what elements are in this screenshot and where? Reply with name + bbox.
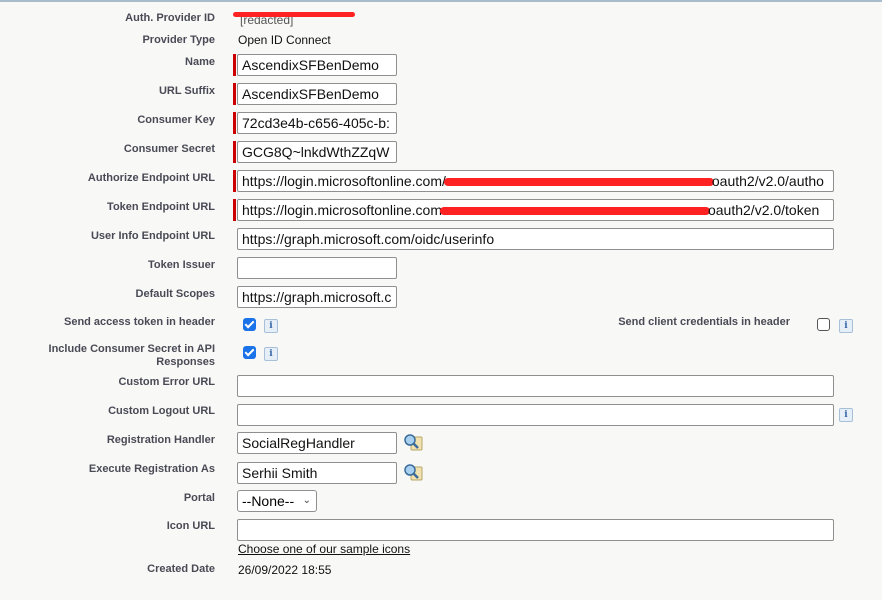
execute-registration-as-label: Execute Registration As [88,463,215,475]
info-icon[interactable]: i [264,319,278,333]
provider-type-value: Open ID Connect [238,33,331,47]
provider-type-label: Provider Type [142,34,215,46]
registration-handler-label: Registration Handler [106,434,215,446]
send-access-token-checkbox[interactable] [243,318,256,331]
custom-error-url-label: Custom Error URL [118,376,215,388]
required-indicator [233,83,236,105]
custom-logout-url-label: Custom Logout URL [108,405,215,417]
icon-url-input[interactable] [237,519,834,541]
token-url-input[interactable]: https://login.microsoftonline.com oauth2/… [237,199,834,221]
consumer-key-input[interactable]: 72cd3e4b-c656-405c-b: [237,112,397,134]
consumer-secret-input[interactable]: GCG8Q~lnkdWthZZqW [237,141,397,163]
token-issuer-input[interactable] [237,257,397,279]
portal-select[interactable]: --None-- ⌄ [237,490,317,512]
auth-provider-id-label: Auth. Provider ID [125,12,215,24]
info-icon[interactable]: i [839,319,853,333]
created-date-value: 26/09/2022 18:55 [238,563,332,577]
url-suffix-label: URL Suffix [158,85,215,97]
url-suffix: oauth2/v2.0/autho [711,173,824,189]
created-date-label: Created Date [147,563,215,575]
lookup-icon[interactable] [403,463,423,481]
chevron-down-icon: ⌄ [302,495,311,506]
name-input[interactable]: AscendixSFBenDemo [237,54,397,76]
token-url-label: Token Endpoint URL [107,201,215,213]
sample-icons-link[interactable]: Choose one of our sample icons [238,542,410,556]
registration-handler-input[interactable]: SocialRegHandler [237,432,397,454]
url-suffix-input[interactable]: AscendixSFBenDemo [237,83,397,105]
url-prefix: https://login.microsoftonline.com/ [242,173,446,189]
consumer-secret-label: Consumer Secret [123,143,215,155]
required-indicator [233,54,236,76]
redaction-mark [233,12,355,17]
include-consumer-secret-checkbox[interactable] [243,346,256,359]
name-label: Name [185,56,215,68]
custom-logout-url-input[interactable] [237,404,834,426]
redacted-tenant-id [439,207,710,216]
required-indicator [233,199,236,221]
send-access-token-label: Send access token in header [63,316,215,328]
portal-selected-value: --None-- [242,493,295,509]
default-scopes-label: Default Scopes [135,288,215,300]
userinfo-url-label: User Info Endpoint URL [90,230,215,242]
portal-label: Portal [183,492,215,504]
required-indicator [233,141,236,163]
redacted-tenant-id [443,178,714,187]
required-indicator [233,112,236,134]
authorize-url-input[interactable]: https://login.microsoftonline.com/oauth2… [237,170,834,192]
url-prefix: https://login.microsoftonline.com [242,202,442,218]
authorize-url-label: Authorize Endpoint URL [87,172,215,184]
custom-error-url-input[interactable] [237,375,834,397]
send-client-credentials-checkbox[interactable] [817,318,830,331]
lookup-icon[interactable] [403,433,423,451]
token-issuer-label: Token Issuer [147,259,215,271]
include-consumer-secret-label: Include Consumer Secret in API Responses [48,343,215,368]
info-icon[interactable]: i [264,347,278,361]
icon-url-label: Icon URL [166,520,215,532]
consumer-key-label: Consumer Key [137,114,215,126]
execute-registration-as-input[interactable]: Serhii Smith [237,462,397,484]
send-client-credentials-label: Send client credentials in header [618,316,790,328]
userinfo-url-input[interactable]: https://graph.microsoft.com/oidc/userinf… [237,228,834,250]
info-icon[interactable]: i [839,408,853,422]
url-suffix: oauth2/v2.0/token [707,202,820,218]
required-indicator [233,170,236,192]
default-scopes-input[interactable]: https://graph.microsoft.c [237,286,397,308]
top-border [0,0,882,2]
